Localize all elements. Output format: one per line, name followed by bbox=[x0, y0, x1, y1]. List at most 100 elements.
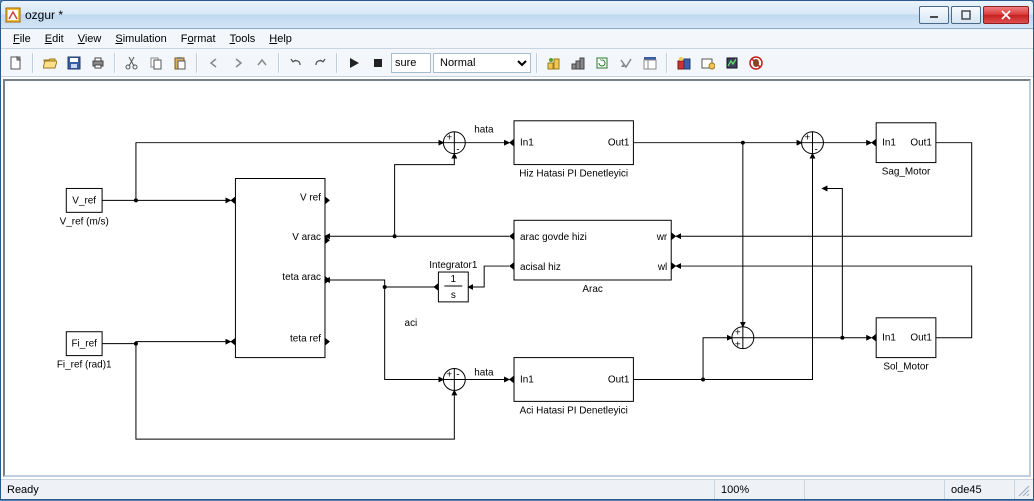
svg-text:Sag_Motor: Sag_Motor bbox=[882, 167, 931, 178]
svg-text:Out1: Out1 bbox=[910, 138, 932, 149]
save-button[interactable] bbox=[63, 52, 85, 74]
menu-view[interactable]: View bbox=[72, 32, 108, 46]
svg-text:Arac: Arac bbox=[582, 284, 602, 295]
svg-text:-: - bbox=[456, 369, 459, 380]
copy-button[interactable] bbox=[145, 52, 167, 74]
svg-text:Fi_ref: Fi_ref bbox=[71, 339, 97, 350]
app-window: ozgur * File Edit View Simulation Format… bbox=[0, 0, 1034, 500]
cut-button[interactable] bbox=[121, 52, 143, 74]
block-arac[interactable]: arac govde hizi acisal hiz wr wl Arac bbox=[509, 220, 676, 295]
svg-text:teta arac: teta arac bbox=[282, 272, 321, 283]
menu-format[interactable]: Format bbox=[175, 32, 222, 46]
svg-text:teta ref: teta ref bbox=[290, 334, 321, 345]
svg-text:Out1: Out1 bbox=[608, 374, 630, 385]
up-button[interactable] bbox=[251, 52, 273, 74]
maximize-button[interactable] bbox=[951, 6, 981, 24]
menu-simulation[interactable]: Simulation bbox=[109, 32, 172, 46]
forward-button[interactable] bbox=[227, 52, 249, 74]
menu-edit[interactable]: Edit bbox=[39, 32, 70, 46]
resize-grip-icon[interactable] bbox=[1015, 482, 1031, 498]
refresh-blocks-button[interactable] bbox=[591, 52, 613, 74]
label-aci: aci bbox=[405, 318, 418, 329]
close-button[interactable] bbox=[983, 6, 1029, 24]
svg-text:Aci Hatasi PI Denetleyici: Aci Hatasi PI Denetleyici bbox=[520, 405, 628, 416]
svg-text:Hiz Hatasi PI Denetleyici: Hiz Hatasi PI Denetleyici bbox=[519, 169, 628, 180]
app-icon bbox=[5, 7, 21, 23]
titlebar: ozgur * bbox=[1, 1, 1033, 29]
model-config-button[interactable] bbox=[697, 52, 719, 74]
back-button[interactable] bbox=[203, 52, 225, 74]
debug-button[interactable] bbox=[745, 52, 767, 74]
svg-text:+: + bbox=[735, 340, 741, 351]
menu-tools[interactable]: Tools bbox=[224, 32, 262, 46]
svg-text:+: + bbox=[446, 133, 452, 144]
svg-text:V arac: V arac bbox=[292, 232, 321, 243]
svg-text:+: + bbox=[735, 328, 741, 339]
svg-text:In1: In1 bbox=[882, 138, 896, 149]
label-hata2: hata bbox=[474, 368, 494, 379]
svg-text:In1: In1 bbox=[520, 138, 534, 149]
svg-text:Integrator1: Integrator1 bbox=[429, 260, 478, 271]
sim-mode-select[interactable]: Normal bbox=[433, 53, 531, 73]
svg-text:-: - bbox=[814, 145, 817, 156]
port-values-button[interactable] bbox=[721, 52, 743, 74]
svg-text:arac govde hizi: arac govde hizi bbox=[520, 232, 587, 243]
start-button[interactable] bbox=[343, 52, 365, 74]
model-canvas[interactable]: .blk { fill:#fff; stroke:#000; stroke-wi… bbox=[3, 79, 1031, 477]
block-controller[interactable]: V ref V arac teta arac teta ref bbox=[230, 179, 329, 358]
svg-text:acisal hiz: acisal hiz bbox=[520, 262, 561, 273]
svg-text:In1: In1 bbox=[882, 333, 896, 344]
sum-right-top[interactable]: + - bbox=[802, 132, 824, 156]
build-button[interactable] bbox=[567, 52, 589, 74]
block-vref[interactable]: V_ref V_ref (m/s) bbox=[60, 188, 109, 227]
stop-button[interactable] bbox=[367, 52, 389, 74]
label-hata1: hata bbox=[474, 125, 494, 136]
svg-text:wl: wl bbox=[657, 262, 667, 273]
block-aci-pi[interactable]: In1 Out1 Aci Hatasi PI Denetleyici bbox=[509, 358, 633, 417]
svg-text:+: + bbox=[446, 369, 452, 380]
status-blank bbox=[805, 480, 945, 499]
menu-file[interactable]: File bbox=[7, 32, 37, 46]
svg-text:1: 1 bbox=[451, 274, 457, 285]
svg-text:V_ref (m/s): V_ref (m/s) bbox=[60, 216, 109, 227]
new-model-button[interactable] bbox=[5, 52, 27, 74]
toolbar: Normal bbox=[1, 49, 1033, 77]
block-sag-motor[interactable]: In1 Out1 Sag_Motor bbox=[871, 123, 936, 178]
svg-text:Fi_ref (rad)1: Fi_ref (rad)1 bbox=[57, 360, 112, 371]
undo-button[interactable] bbox=[285, 52, 307, 74]
menu-help[interactable]: Help bbox=[263, 32, 298, 46]
svg-text:wr: wr bbox=[656, 232, 668, 243]
svg-text:-: - bbox=[456, 145, 459, 156]
sum-hata-bottom[interactable]: + - bbox=[443, 369, 465, 391]
statusbar: Ready 100% ode45 bbox=[1, 479, 1033, 499]
status-ready: Ready bbox=[1, 480, 715, 499]
block-integrator[interactable]: 1 s Integrator1 bbox=[429, 260, 478, 302]
window-title: ozgur * bbox=[25, 8, 917, 22]
status-solver: ode45 bbox=[945, 480, 1015, 499]
update-diagram-button[interactable] bbox=[615, 52, 637, 74]
status-zoom: 100% bbox=[715, 480, 805, 499]
paste-button[interactable] bbox=[169, 52, 191, 74]
stop-time-input[interactable] bbox=[391, 53, 431, 73]
library-browser-button[interactable] bbox=[673, 52, 695, 74]
svg-text:In1: In1 bbox=[520, 374, 534, 385]
block-hiz-pi[interactable]: In1 Out1 Hiz Hatasi PI Denetleyici bbox=[509, 121, 633, 180]
svg-text:s: s bbox=[451, 290, 456, 301]
sum-right-bottom[interactable]: + + bbox=[732, 327, 754, 351]
block-sol-motor[interactable]: In1 Out1 Sol_Motor bbox=[871, 318, 936, 373]
menubar: File Edit View Simulation Format Tools H… bbox=[1, 29, 1033, 49]
svg-text:Out1: Out1 bbox=[608, 138, 630, 149]
svg-text:Out1: Out1 bbox=[910, 333, 932, 344]
open-button[interactable] bbox=[39, 52, 61, 74]
sum-hata-top[interactable]: + - bbox=[443, 132, 465, 156]
minimize-button[interactable] bbox=[919, 6, 949, 24]
model-explorer-button[interactable] bbox=[639, 52, 661, 74]
svg-text:V ref: V ref bbox=[300, 192, 321, 203]
svg-text:+: + bbox=[805, 133, 811, 144]
svg-text:Sol_Motor: Sol_Motor bbox=[883, 362, 929, 373]
block-firef[interactable]: Fi_ref Fi_ref (rad)1 bbox=[57, 332, 112, 371]
svg-text:V_ref: V_ref bbox=[72, 195, 96, 206]
print-button[interactable] bbox=[87, 52, 109, 74]
incremental-build-button[interactable] bbox=[543, 52, 565, 74]
redo-button[interactable] bbox=[309, 52, 331, 74]
